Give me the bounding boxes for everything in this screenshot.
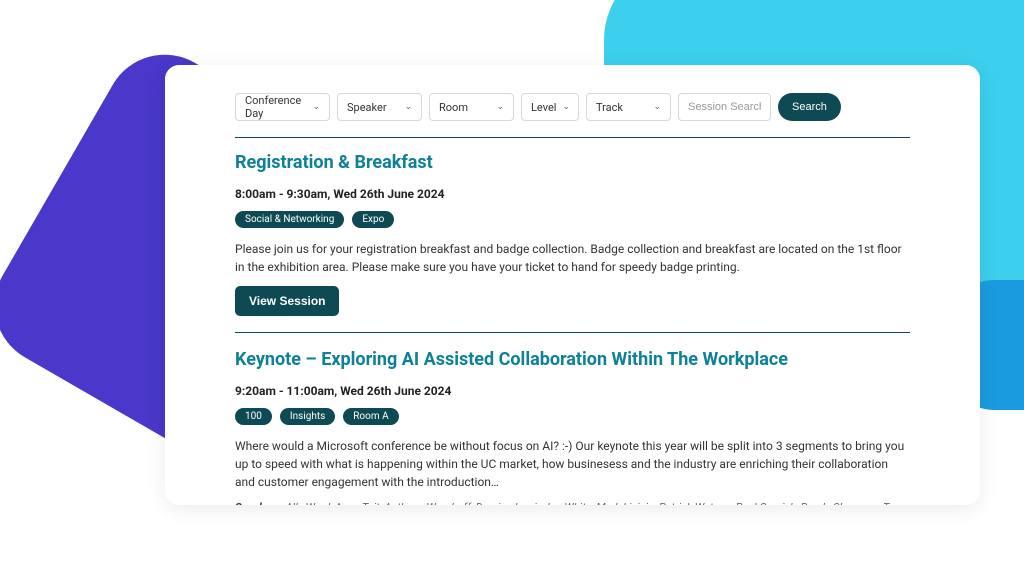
tag[interactable]: Social & Networking (235, 211, 344, 228)
room-select[interactable]: Room ⌄ (429, 93, 514, 121)
chevron-down-icon: ⌄ (653, 102, 661, 112)
level-select[interactable]: Level ⌄ (521, 93, 579, 121)
session-tags: Social & Networking Expo (235, 211, 910, 228)
session-divider (235, 332, 910, 333)
chevron-down-icon: ⌄ (404, 102, 412, 112)
conference-day-select[interactable]: Conference Day ⌄ (235, 93, 330, 121)
session-title[interactable]: Keynote – Exploring AI Assisted Collabor… (235, 349, 910, 370)
session-time: 8:00am - 9:30am, Wed 26th June 2024 (235, 187, 910, 201)
search-input[interactable] (678, 93, 771, 121)
speaker-select[interactable]: Speaker ⌄ (337, 93, 422, 121)
session-item: Keynote – Exploring AI Assisted Collabor… (235, 349, 910, 505)
chevron-down-icon: ⌄ (496, 102, 504, 112)
search-button[interactable]: Search (778, 93, 841, 121)
session-description: Where would a Microsoft conference be wi… (235, 437, 910, 491)
track-select[interactable]: Track ⌄ (586, 93, 671, 121)
session-time: 9:20am - 11:00am, Wed 26th June 2024 (235, 384, 910, 398)
tag[interactable]: 100 (235, 408, 272, 425)
conference-day-label: Conference Day (245, 94, 306, 120)
speakers-names: Ally Ward, Anna Tait, Anthony Woodruff, … (235, 501, 904, 505)
filter-divider (235, 137, 910, 138)
session-item: Registration & Breakfast 8:00am - 9:30am… (235, 152, 910, 333)
tag[interactable]: Room A (343, 408, 398, 425)
tag[interactable]: Insights (280, 408, 335, 425)
filter-bar: Conference Day ⌄ Speaker ⌄ Room ⌄ Level … (235, 93, 910, 121)
sessions-card: Conference Day ⌄ Speaker ⌄ Room ⌄ Level … (165, 65, 980, 505)
level-label: Level (531, 101, 556, 114)
room-label: Room (439, 101, 468, 114)
chevron-down-icon: ⌄ (562, 102, 570, 112)
tag[interactable]: Expo (352, 211, 394, 228)
speaker-label: Speaker (347, 101, 387, 114)
session-title[interactable]: Registration & Breakfast (235, 152, 910, 173)
track-label: Track (596, 101, 623, 114)
view-session-button[interactable]: View Session (235, 286, 339, 316)
session-tags: 100 Insights Room A (235, 408, 910, 425)
speakers-label: Speakers: (235, 501, 283, 505)
session-speakers: Speakers: Ally Ward, Anna Tait, Anthony … (235, 501, 910, 505)
chevron-down-icon: ⌄ (312, 102, 320, 112)
session-description: Please join us for your registration bre… (235, 240, 910, 276)
